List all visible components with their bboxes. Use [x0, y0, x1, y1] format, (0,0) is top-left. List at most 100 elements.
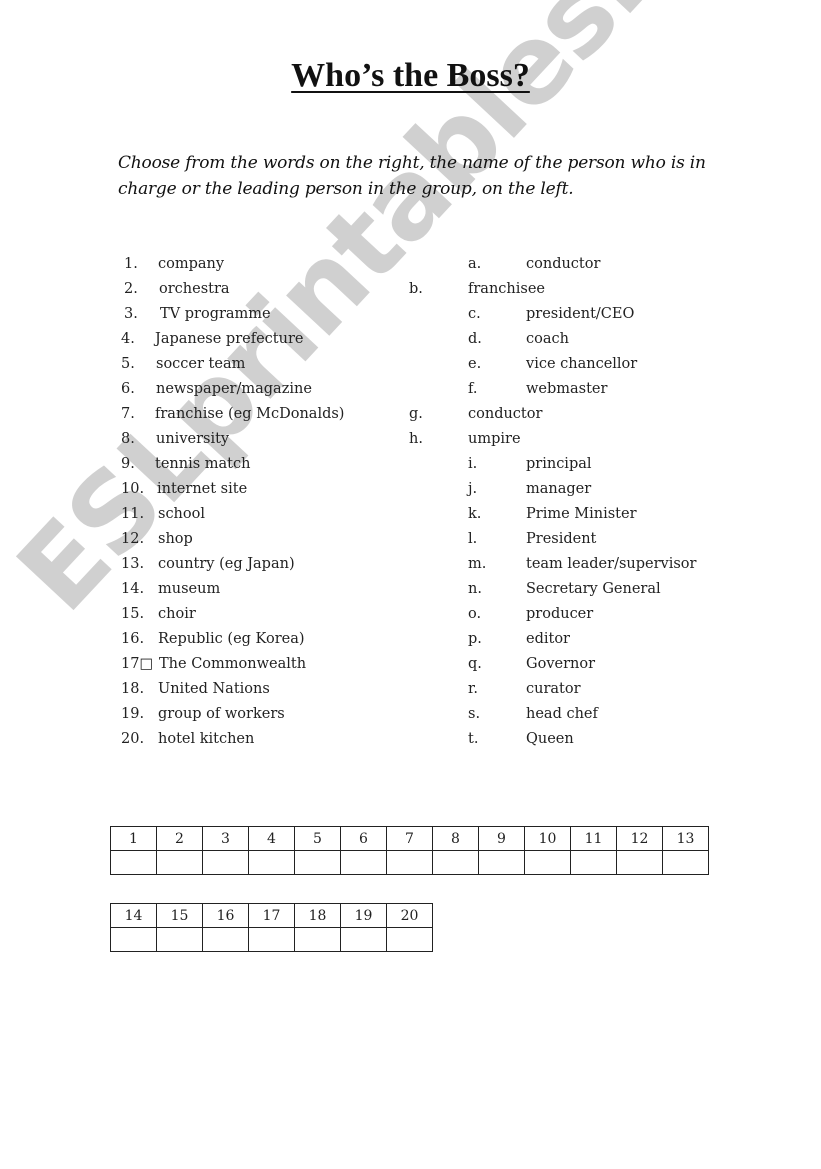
leader-item: d. coach: [0, 327, 821, 352]
answer-grid-number: 16: [202, 903, 249, 928]
leader-term: Queen: [526, 731, 574, 747]
leader-term: umpire: [468, 431, 521, 447]
leader-term: editor: [526, 631, 570, 647]
answer-cell[interactable]: [248, 927, 295, 952]
leader-letter: b.: [409, 281, 423, 297]
answer-cell[interactable]: [110, 927, 157, 952]
leader-letter: i.: [468, 456, 478, 472]
answer-cell[interactable]: [156, 927, 203, 952]
answer-cell[interactable]: [294, 927, 341, 952]
answer-grid-number: 9: [478, 826, 525, 851]
leader-term: franchisee: [468, 281, 545, 297]
answer-grid-number: 1: [110, 826, 157, 851]
answer-grid-number: 6: [340, 826, 387, 851]
leader-term: head chef: [526, 706, 598, 722]
leader-item: o. producer: [0, 602, 821, 627]
leader-term: webmaster: [526, 381, 608, 397]
answer-cell[interactable]: [156, 850, 203, 875]
leader-item: c. president/CEO: [0, 302, 821, 327]
leader-letter: s.: [468, 706, 481, 722]
leader-term: principal: [526, 456, 592, 472]
answer-cell[interactable]: [294, 850, 341, 875]
leader-item: s. head chef: [0, 702, 821, 727]
answer-grid-number: 3: [202, 826, 249, 851]
answer-cell[interactable]: [616, 850, 663, 875]
answer-grid-number: 18: [294, 903, 341, 928]
leader-item: m. team leader/supervisor: [0, 552, 821, 577]
answer-grid-number: 11: [570, 826, 617, 851]
answer-cell[interactable]: [340, 927, 387, 952]
answer-grid-number: 2: [156, 826, 203, 851]
answer-grid-number: 4: [248, 826, 295, 851]
answer-grid-number: 10: [524, 826, 571, 851]
leader-letter: p.: [468, 631, 482, 647]
leader-item: e. vice chancellor: [0, 352, 821, 377]
leader-term: vice chancellor: [526, 356, 638, 372]
worksheet-page: ESLprintables.com Who’s the Boss? Choose…: [0, 0, 821, 1169]
answer-cell[interactable]: [386, 927, 433, 952]
leader-letter: e.: [468, 356, 482, 372]
leader-item: k. Prime Minister: [0, 502, 821, 527]
answer-grid-answer-row: [110, 850, 709, 875]
answer-cell[interactable]: [386, 850, 433, 875]
answer-cell[interactable]: [524, 850, 571, 875]
answer-grid-number: 14: [110, 903, 157, 928]
leader-term: curator: [526, 681, 581, 697]
answer-grid-number: 20: [386, 903, 433, 928]
leader-item: g. conductor: [0, 402, 821, 427]
leader-item: j. manager: [0, 477, 821, 502]
answer-cell[interactable]: [248, 850, 295, 875]
leader-term: conductor: [526, 256, 601, 272]
leader-letter: k.: [468, 506, 482, 522]
leader-letter: r.: [468, 681, 478, 697]
leader-item: q. Governor: [0, 652, 821, 677]
leader-term: manager: [526, 481, 592, 497]
answer-cell[interactable]: [662, 850, 709, 875]
answer-grid-number: 15: [156, 903, 203, 928]
page-title-text: Who’s the Boss?: [291, 57, 530, 94]
answer-grid-header-row: 1 2 3 4 5 6 7 8 9 10 11 12 13: [110, 826, 709, 851]
leader-term: Secretary General: [526, 581, 661, 597]
answer-cell[interactable]: [570, 850, 617, 875]
leader-letter: l.: [468, 531, 478, 547]
leader-term: president/CEO: [526, 306, 635, 322]
answer-grid-number: 13: [662, 826, 709, 851]
leader-term: producer: [526, 606, 594, 622]
answer-grid-1-13: 1 2 3 4 5 6 7 8 9 10 11 12 13: [110, 826, 709, 875]
leader-letter: d.: [468, 331, 482, 347]
leader-letter: q.: [468, 656, 482, 672]
leader-item: b. franchisee: [0, 277, 821, 302]
answer-cell[interactable]: [202, 850, 249, 875]
leader-term: conductor: [468, 406, 543, 422]
leader-item: h. umpire: [0, 427, 821, 452]
leader-item: t. Queen: [0, 727, 821, 752]
leader-letter: a.: [468, 256, 482, 272]
leader-letter: n.: [468, 581, 482, 597]
answer-cell[interactable]: [340, 850, 387, 875]
answer-grid-number: 19: [340, 903, 387, 928]
leader-item: f. webmaster: [0, 377, 821, 402]
answer-cell[interactable]: [202, 927, 249, 952]
leader-letter: m.: [468, 556, 487, 572]
leader-term: team leader/supervisor: [526, 556, 697, 572]
leader-item: a. conductor: [0, 252, 821, 277]
leader-letter: h.: [409, 431, 423, 447]
answer-cell[interactable]: [432, 850, 479, 875]
leader-letter: j.: [468, 481, 478, 497]
leader-item: i. principal: [0, 452, 821, 477]
leader-term: coach: [526, 331, 569, 347]
leader-item: l. President: [0, 527, 821, 552]
answer-cell[interactable]: [478, 850, 525, 875]
answer-grid-answer-row: [110, 927, 433, 952]
leader-letter: c.: [468, 306, 481, 322]
leader-item: p. editor: [0, 627, 821, 652]
leader-term: President: [526, 531, 597, 547]
answer-cell[interactable]: [110, 850, 157, 875]
answer-grid-number: 17: [248, 903, 295, 928]
leader-term: Prime Minister: [526, 506, 637, 522]
answer-grid-number: 8: [432, 826, 479, 851]
answer-grid-number: 5: [294, 826, 341, 851]
leader-letter: o.: [468, 606, 482, 622]
leader-item: n. Secretary General: [0, 577, 821, 602]
leader-letter: g.: [409, 406, 423, 422]
